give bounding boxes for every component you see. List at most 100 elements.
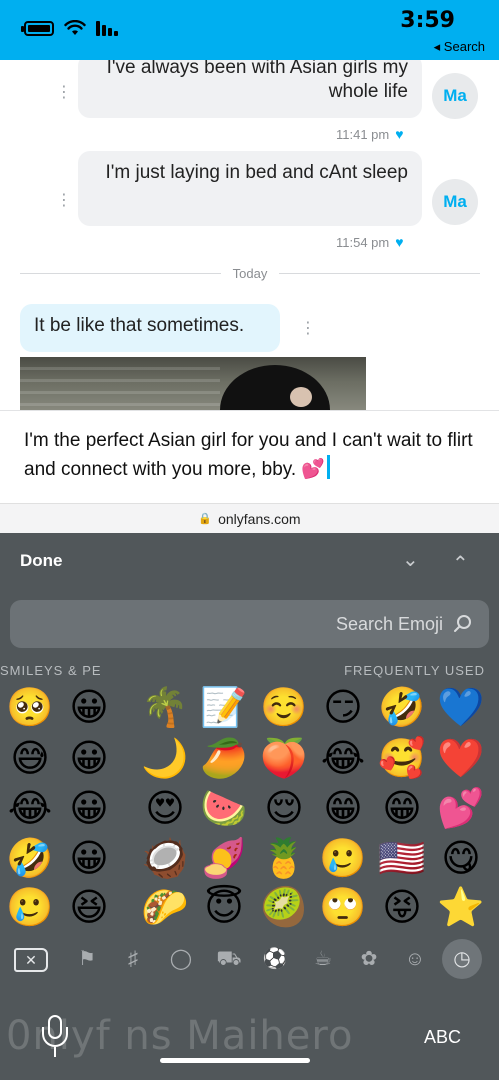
chevron-up-icon[interactable]: ⌃ [452,551,469,576]
message-text: I've always been with Asian girls my who… [106,60,408,102]
emoji-key[interactable]: 💕 [436,784,486,834]
emoji-key[interactable]: 😀 [64,734,114,784]
emoji-key[interactable]: 🥺 [5,683,55,733]
emoji-category-tabs: ◷ ☺ ✿ ☕ ⚽ ⛟ ◯ ♯ ⚑ ✕ [0,938,499,982]
message-time: 11:41 pm [336,126,390,142]
tab-smiley-icon[interactable]: ☺ [400,944,430,974]
emoji-key[interactable]: 🌮 [140,883,190,933]
emoji-key[interactable]: 😇 [199,883,249,933]
chat-thread[interactable]: I've always been with Asian girls my who… [0,60,499,410]
emoji-key[interactable]: 📝 [199,683,249,733]
emoji-key[interactable]: ❤️ [436,734,486,784]
message-composer[interactable]: I'm the perfect Asian girl for you and I… [0,410,499,503]
message-options-icon[interactable]: ⋮ [300,321,316,337]
message-options-icon[interactable]: ⋮ [56,193,72,209]
emoji-key[interactable]: 😂 [318,734,368,784]
received-message[interactable]: I'm just laying in bed and cAnt sleep [78,151,422,226]
message-time: 11:54 pm [336,234,390,250]
emoji-key[interactable]: 🥥 [140,834,190,884]
tab-recent-clock-icon[interactable]: ◷ [442,939,482,979]
emoji-key[interactable]: 🤣 [5,834,55,884]
emoji-key[interactable]: 😏 [318,683,368,733]
emoji-key[interactable]: 🥲 [5,883,55,933]
emoji-key[interactable]: 🤣 [377,683,427,733]
emoji-key[interactable]: 🍍 [259,834,309,884]
emoji-key[interactable]: 🇺🇸 [377,834,427,884]
avatar[interactable]: Ma [432,179,478,225]
abc-keyboard-button[interactable]: ABC [424,1027,461,1048]
status-time: 3:59 [400,8,455,33]
tab-flags-icon[interactable]: ⚑ [72,944,102,974]
emoji-grid: 💙 🤣 😏 ☺️ 📝 🌴 😀 🥺 ❤️ 🥰 😂 🍑 🥭 🌙 😀 😅 💕 😁 😁 … [0,683,499,933]
category-label-smileys: SMILEYS & PE [0,663,102,678]
composer-text[interactable]: I'm the perfect Asian girl for you and I… [24,430,473,480]
tab-animals-bear-icon[interactable]: ✿ [354,944,384,974]
emoji-key[interactable]: ☺️ [259,683,309,733]
backspace-icon[interactable]: ✕ [14,948,48,972]
status-icons [21,20,118,36]
emoji-key[interactable]: 😌 [259,784,309,834]
text-cursor [327,455,331,479]
tab-activity-ball-icon[interactable]: ⚽ [260,944,290,974]
search-icon [454,615,471,632]
sent-message[interactable]: It be like that sometimes. [20,304,280,352]
emoji-key[interactable]: 🌙 [140,734,190,784]
emoji-key[interactable]: 😀 [64,834,114,884]
emoji-key[interactable]: 😝 [377,883,427,933]
home-indicator[interactable] [160,1058,310,1063]
emoji-key[interactable]: 🍠 [199,834,249,884]
date-divider: Today [20,265,481,281]
back-to-search-link[interactable]: ◂ Search [434,39,485,55]
url-domain: onlyfans.com [218,510,301,527]
emoji-key[interactable]: 😍 [140,784,190,834]
sent-photo[interactable] [20,357,366,410]
emoji-key[interactable]: 🙄 [318,883,368,933]
category-label-frequently-used: FREQUENTLY USED [344,663,485,678]
keyboard-bottom-bar: 0nlyf ns Maihero ABC [0,993,499,1080]
signal-icon [96,20,118,36]
emoji-key[interactable]: 😋 [436,834,486,884]
avatar[interactable]: Ma [432,73,478,119]
emoji-key[interactable]: 😅 [5,734,55,784]
emoji-key[interactable]: 🥝 [259,883,309,933]
message-meta: 11:54 pm ♥ [336,234,404,250]
tab-food-cup-icon[interactable]: ☕ [308,944,338,974]
emoji-key[interactable]: 😁 [318,784,368,834]
emoji-key[interactable]: 🥲 [318,834,368,884]
date-divider-label: Today [232,265,268,281]
tab-objects-bulb-icon[interactable]: ◯ [166,944,196,974]
emoji-search-placeholder: Search Emoji [335,613,443,634]
emoji-category-labels: FREQUENTLY USED SMILEYS & PE [0,663,499,683]
like-heart-icon[interactable]: ♥ [395,126,403,142]
emoji-key[interactable]: 🥭 [199,734,249,784]
emoji-key[interactable]: 😆 [64,883,114,933]
composer-emoji: 💕 [301,459,326,480]
done-button[interactable]: Done [20,551,63,571]
lock-icon: 🔒 [198,513,213,525]
emoji-key[interactable]: 🥰 [377,734,427,784]
message-text: It be like that sometimes. [34,315,245,336]
chevron-down-icon[interactable]: ⌄ [402,547,419,572]
emoji-key[interactable]: 💙 [436,683,486,733]
tab-symbols-icon[interactable]: ♯ [118,944,148,974]
battery-icon [21,20,54,36]
emoji-key[interactable]: 🍑 [259,734,309,784]
microphone-icon[interactable] [40,1015,70,1059]
emoji-search-input[interactable]: Search Emoji [10,600,489,648]
emoji-key[interactable]: 😁 [377,784,427,834]
message-text: I'm just laying in bed and cAnt sleep [105,162,408,183]
emoji-key[interactable]: 🌴 [140,683,190,733]
emoji-key[interactable]: 🍉 [199,784,249,834]
emoji-key[interactable]: 😀 [64,683,114,733]
emoji-key[interactable]: 😀 [64,784,114,834]
received-message[interactable]: I've always been with Asian girls my who… [78,60,422,118]
message-meta: 11:41 pm ♥ [336,126,404,142]
tab-travel-car-icon[interactable]: ⛟ [214,944,244,974]
message-options-icon[interactable]: ⋮ [56,85,72,101]
wifi-icon [64,20,86,35]
emoji-keyboard[interactable]: Done ⌄ ⌃ Search Emoji FREQUENTLY USED SM… [0,533,499,1080]
emoji-key[interactable]: ⭐ [436,883,486,933]
browser-url-bar[interactable]: 🔒 onlyfans.com [0,503,499,533]
emoji-key[interactable]: 😂 [5,784,55,834]
like-heart-icon[interactable]: ♥ [395,234,403,250]
